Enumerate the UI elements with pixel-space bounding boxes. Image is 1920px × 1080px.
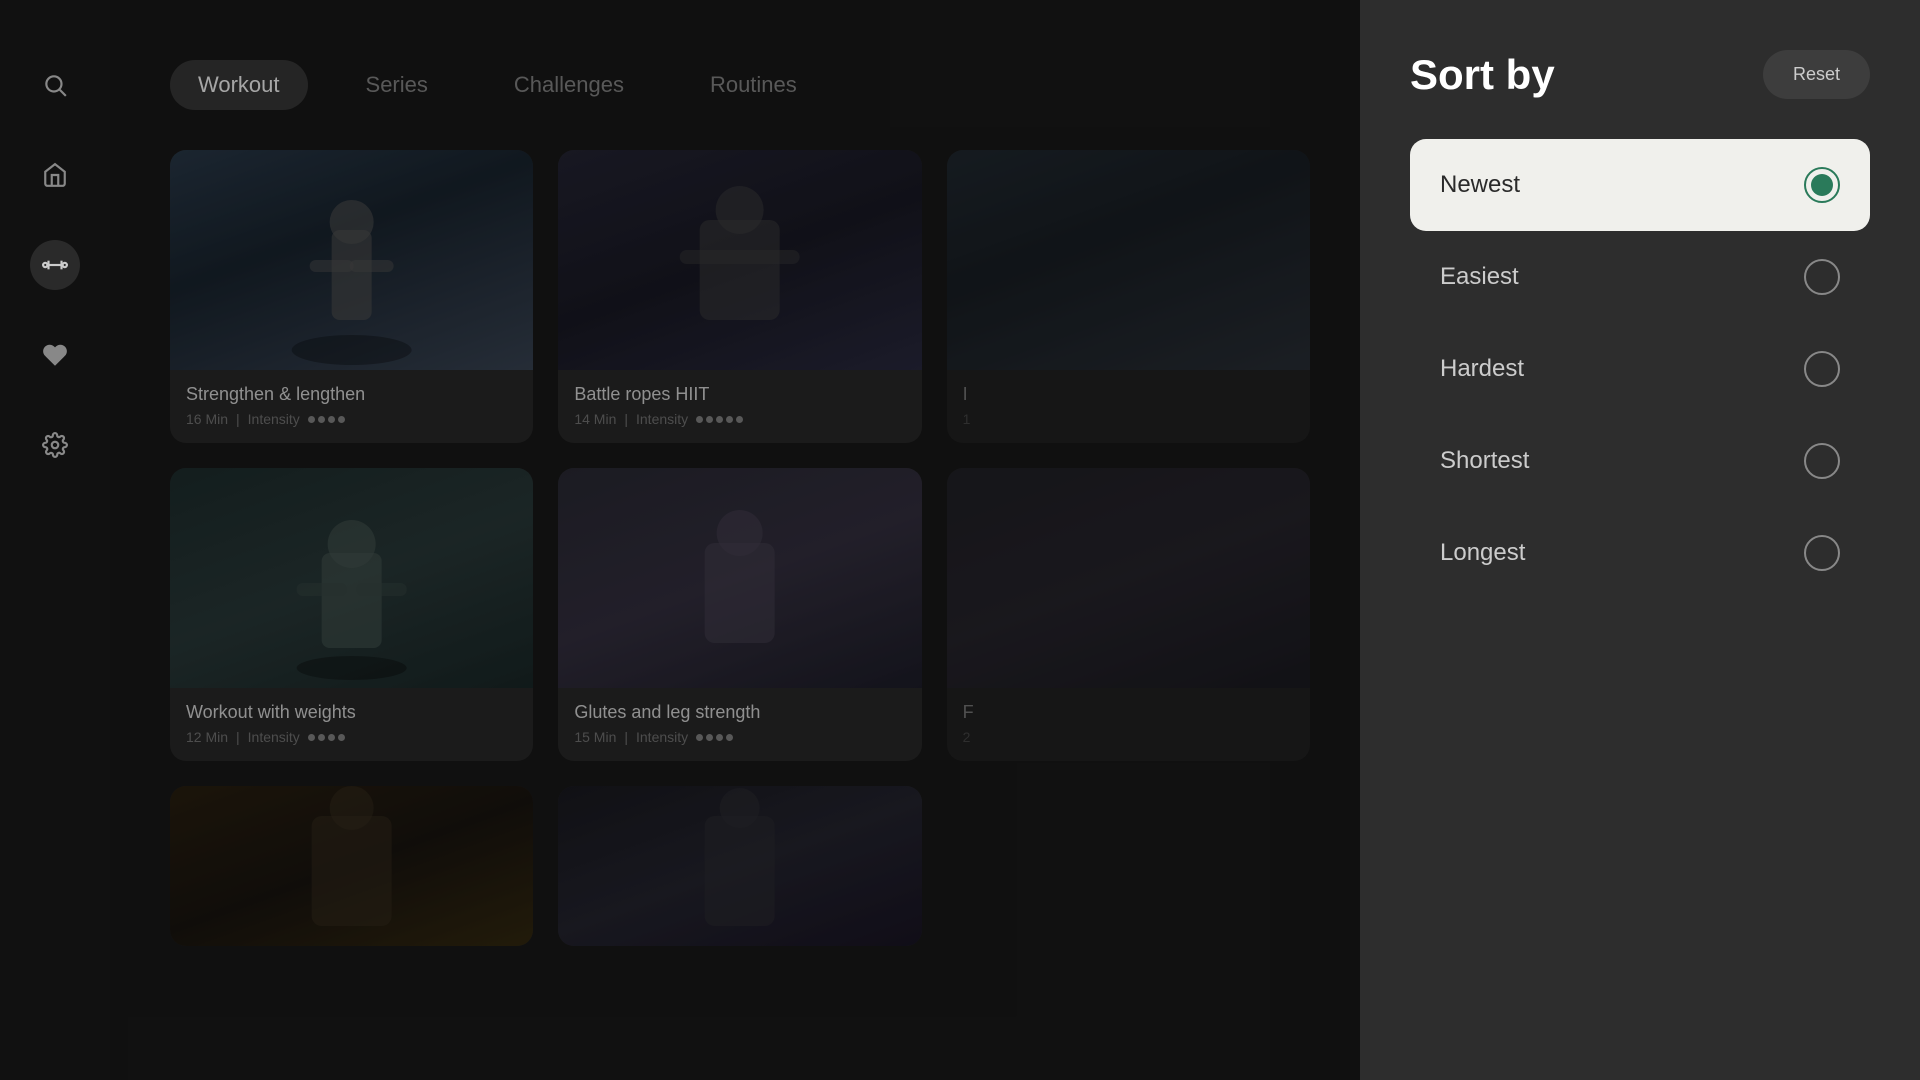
card-title: Glutes and leg strength xyxy=(574,702,905,723)
card-title: F xyxy=(963,702,1294,723)
card-meta: 12 Min | Intensity xyxy=(186,729,517,745)
main-content: Workout Series Challenges Routines xyxy=(110,0,1360,1080)
sort-option-label: Newest xyxy=(1440,171,1520,199)
card-title: Strengthen & lengthen xyxy=(186,384,517,405)
tab-bar: Workout Series Challenges Routines xyxy=(170,60,1310,110)
sort-option-shortest[interactable]: Shortest xyxy=(1410,415,1870,507)
sort-option-hardest[interactable]: Hardest xyxy=(1410,323,1870,415)
workout-card[interactable]: Workout with weights 12 Min | Intensity xyxy=(170,468,533,761)
workout-card[interactable]: Strengthen & lengthen 16 Min | Intensity xyxy=(170,150,533,443)
radio-longest xyxy=(1804,535,1840,571)
tab-challenges[interactable]: Challenges xyxy=(486,60,652,110)
favorites-icon[interactable] xyxy=(30,330,80,380)
workout-card-partial[interactable]: I 1 xyxy=(947,150,1310,443)
sort-options: Newest Easiest Hardest Shortest Longest xyxy=(1410,139,1870,599)
card-meta: 15 Min | Intensity xyxy=(574,729,905,745)
reset-button[interactable]: Reset xyxy=(1763,50,1870,99)
sidebar xyxy=(0,0,110,1080)
card-title: Battle ropes HIIT xyxy=(574,384,905,405)
workout-card[interactable] xyxy=(558,786,921,946)
sort-header: Sort by Reset xyxy=(1410,50,1870,99)
sort-title: Sort by xyxy=(1410,51,1555,99)
radio-hardest xyxy=(1804,351,1840,387)
sort-option-newest[interactable]: Newest xyxy=(1410,139,1870,231)
search-icon[interactable] xyxy=(30,60,80,110)
radio-newest xyxy=(1804,167,1840,203)
radio-easiest xyxy=(1804,259,1840,295)
radio-shortest xyxy=(1804,443,1840,479)
card-meta: 14 Min | Intensity xyxy=(574,411,905,427)
sort-option-label: Easiest xyxy=(1440,263,1519,291)
settings-icon[interactable] xyxy=(30,420,80,470)
card-meta: 1 xyxy=(963,411,1294,427)
sort-option-label: Longest xyxy=(1440,539,1525,567)
sort-option-label: Hardest xyxy=(1440,355,1524,383)
card-title: I xyxy=(963,384,1294,405)
workout-card[interactable]: Battle ropes HIIT 14 Min | Intensity xyxy=(558,150,921,443)
workout-icon[interactable] xyxy=(30,240,80,290)
workout-card[interactable]: Glutes and leg strength 15 Min | Intensi… xyxy=(558,468,921,761)
sort-panel: Sort by Reset Newest Easiest Hardest Sho… xyxy=(1360,0,1920,1080)
workout-card-partial[interactable]: F 2 xyxy=(947,468,1310,761)
card-meta: 2 xyxy=(963,729,1294,745)
tab-series[interactable]: Series xyxy=(338,60,456,110)
home-icon[interactable] xyxy=(30,150,80,200)
tab-routines[interactable]: Routines xyxy=(682,60,825,110)
sort-option-label: Shortest xyxy=(1440,447,1529,475)
card-title: Workout with weights xyxy=(186,702,517,723)
sort-option-easiest[interactable]: Easiest xyxy=(1410,231,1870,323)
workout-grid: Strengthen & lengthen 16 Min | Intensity xyxy=(170,150,1310,946)
card-meta: 16 Min | Intensity xyxy=(186,411,517,427)
workout-card[interactable] xyxy=(170,786,533,946)
tab-workout[interactable]: Workout xyxy=(170,60,308,110)
sort-option-longest[interactable]: Longest xyxy=(1410,507,1870,599)
